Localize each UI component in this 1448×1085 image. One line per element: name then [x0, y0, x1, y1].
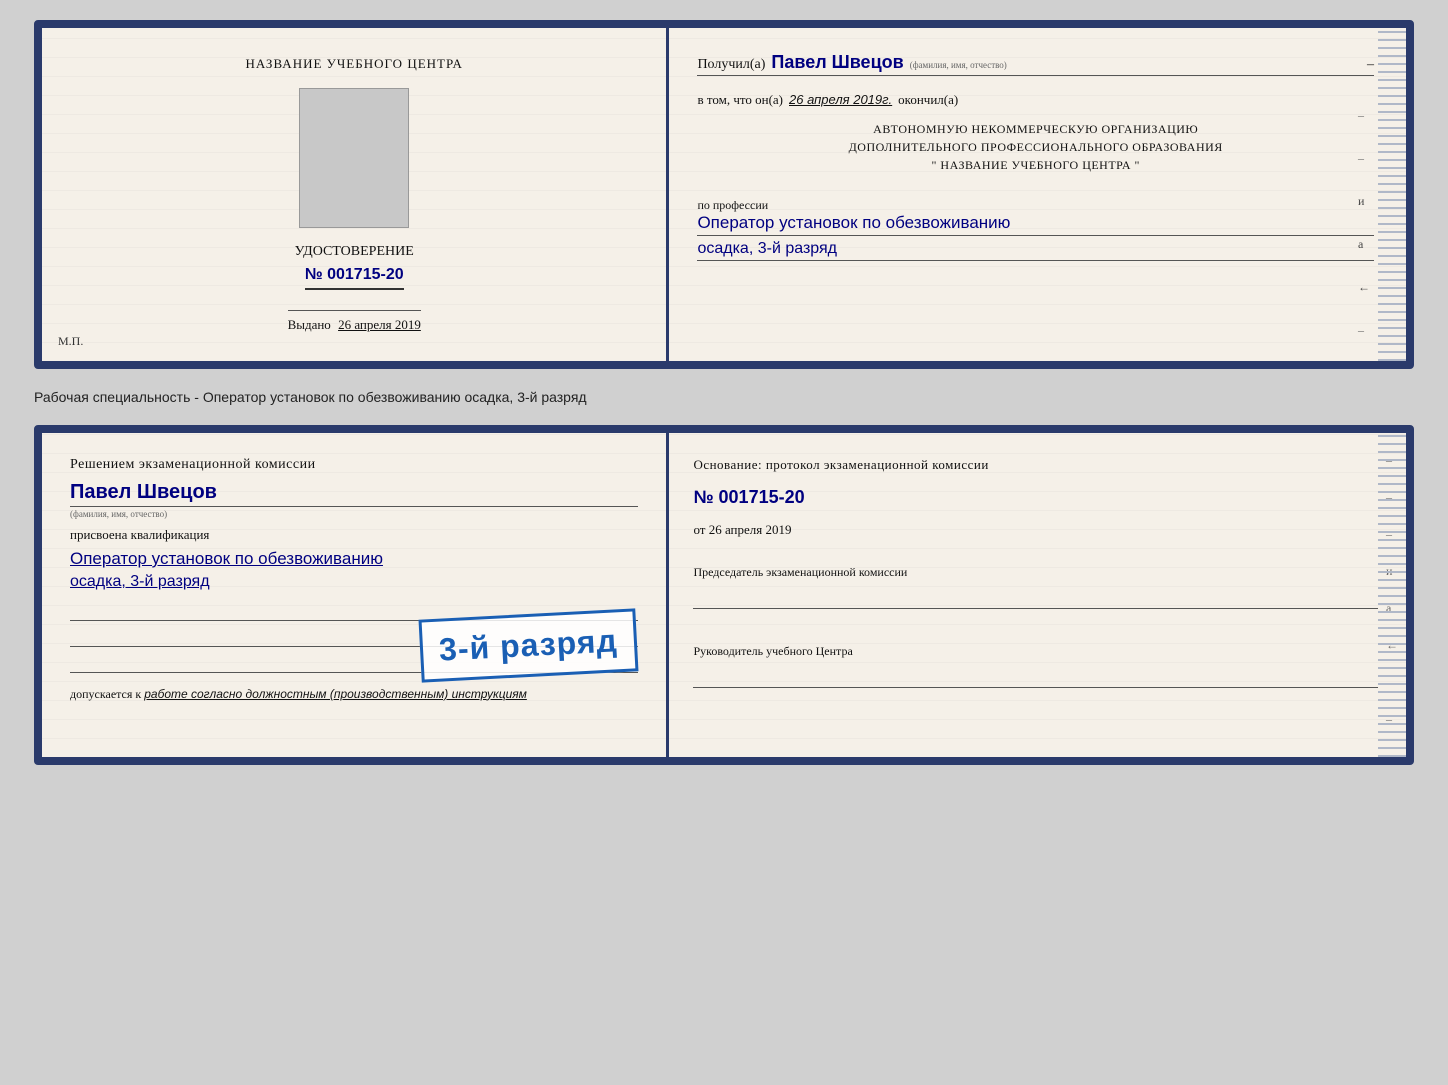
- predsedatel-block: Председатель экзаменационной комиссии: [693, 564, 1378, 609]
- recipient-name: Павел Швецов: [771, 52, 903, 73]
- page-wrapper: НАЗВАНИЕ УЧЕБНОГО ЦЕНТРА УДОСТОВЕРЕНИЕ №…: [34, 20, 1414, 765]
- protocol-number: № 001715-20: [693, 487, 1378, 508]
- qualification-text: Оператор установок по обезвоживанию: [70, 547, 638, 571]
- qualification-sub: осадка, 3-й разряд: [70, 573, 638, 591]
- proto-number: 001715-20: [719, 487, 805, 507]
- ot-date-val: 26 апреля 2019: [709, 522, 792, 537]
- poluchil-label: Получил(а): [697, 57, 765, 73]
- ot-date: от 26 апреля 2019: [693, 522, 1378, 538]
- left-panel-1: НАЗВАНИЕ УЧЕБНОГО ЦЕНТРА УДОСТОВЕРЕНИЕ №…: [42, 28, 669, 361]
- profession-value: Оператор установок по обезвоживанию: [697, 213, 1374, 236]
- right-panel-2: Основание: протокол экзаменационной коми…: [669, 433, 1406, 757]
- specialty-value: осадка, 3-й разряд: [697, 240, 1374, 261]
- number-value-1: 001715-20: [327, 266, 404, 283]
- rukovoditel-label: Руководитель учебного Центра: [693, 643, 1378, 660]
- udost-label: УДОСТОВЕРЕНИЕ: [295, 244, 414, 260]
- cert-number-1: № 001715-20: [305, 266, 404, 290]
- rukovoditel-sig: [693, 664, 1378, 688]
- fio-sub-text-1: (фамилия, имя, отчество): [910, 60, 1007, 70]
- in-that-line: в том, что он(а) 26 апреля 2019г. окончи…: [697, 92, 1374, 108]
- org-line3: " НАЗВАНИЕ УЧЕБНОГО ЦЕНТРА ": [697, 156, 1374, 174]
- rukovoditel-block: Руководитель учебного Центра: [693, 643, 1378, 688]
- vydano-line: Выдано 26 апреля 2019: [288, 310, 421, 333]
- right-panel-1: Получил(а) Павел Швецов (фамилия, имя, о…: [669, 28, 1406, 361]
- prisvoena-label: присвоена квалификация: [70, 527, 638, 543]
- dash-1: –: [1367, 57, 1374, 73]
- predsedatel-sig: [693, 585, 1378, 609]
- left-panel-2: Решением экзаменационной комиссии Павел …: [42, 433, 669, 757]
- document-card-2: Решением экзаменационной комиссии Павел …: [34, 425, 1414, 765]
- osnovanie-title: Основание: протокол экзаменационной коми…: [693, 457, 1378, 473]
- person-name-2: Павел Швецов: [70, 481, 638, 507]
- org-line2: ДОПОЛНИТЕЛЬНОГО ПРОФЕССИОНАЛЬНОГО ОБРАЗО…: [697, 138, 1374, 156]
- side-i: и: [1358, 194, 1370, 209]
- ot-prefix: от: [693, 522, 705, 537]
- spine-right-1: [1378, 28, 1406, 361]
- side-dash-3: –: [1358, 323, 1370, 338]
- side-dash-2: –: [1358, 151, 1370, 166]
- stamp-text: 3-й разряд: [438, 622, 618, 668]
- fio-sub-2: (фамилия, имя, отчество): [70, 509, 638, 519]
- side-arrow: ←: [1358, 280, 1370, 295]
- org-line1: АВТОНОМНУЮ НЕКОММЕРЧЕСКУЮ ОРГАНИЗАЦИЮ: [697, 120, 1374, 138]
- side-a: а: [1358, 237, 1370, 252]
- dopuskaetsya-block: допускается к работе согласно должностны…: [70, 687, 638, 702]
- komissia-title: Решением экзаменационной комиссии: [70, 457, 638, 473]
- side-labels-1: – – и а ← –: [1358, 108, 1370, 338]
- dopuskaetsya-val: работе согласно должностным (производств…: [144, 687, 527, 701]
- recipient-line: Получил(а) Павел Швецов (фамилия, имя, о…: [697, 52, 1374, 76]
- vydano-date: 26 апреля 2019: [338, 317, 421, 332]
- okончил-label: окончил(а): [898, 92, 958, 108]
- spine-right-2: [1378, 433, 1406, 757]
- between-label: Рабочая специальность - Оператор установ…: [34, 387, 1414, 407]
- number-prefix-1: №: [305, 266, 323, 283]
- vydano-label: Выдано: [288, 317, 331, 332]
- date-handwritten: 26 апреля 2019г.: [789, 92, 892, 107]
- profession-block: по профессии Оператор установок по обезв…: [697, 192, 1374, 261]
- dopuskaetsya-label: допускается к: [70, 687, 141, 701]
- stamp-overlay: 3-й разряд: [418, 608, 638, 682]
- po-professii-label: по профессии: [697, 198, 1374, 213]
- proto-prefix: №: [693, 487, 713, 507]
- org-block: АВТОНОМНУЮ НЕКОММЕРЧЕСКУЮ ОРГАНИЗАЦИЮ ДО…: [697, 120, 1374, 174]
- center-title-1: НАЗВАНИЕ УЧЕБНОГО ЦЕНТРА: [245, 56, 462, 72]
- side-dash-1: –: [1358, 108, 1370, 123]
- fio-sub-1: (фамилия, имя, отчество): [910, 60, 1007, 70]
- mp-label: М.П.: [58, 334, 83, 349]
- predsedatel-label: Председатель экзаменационной комиссии: [693, 564, 1378, 581]
- photo-placeholder: [299, 88, 409, 228]
- document-card-1: НАЗВАНИЕ УЧЕБНОГО ЦЕНТРА УДОСТОВЕРЕНИЕ №…: [34, 20, 1414, 369]
- v-tom-label: в том, что он(а): [697, 92, 783, 108]
